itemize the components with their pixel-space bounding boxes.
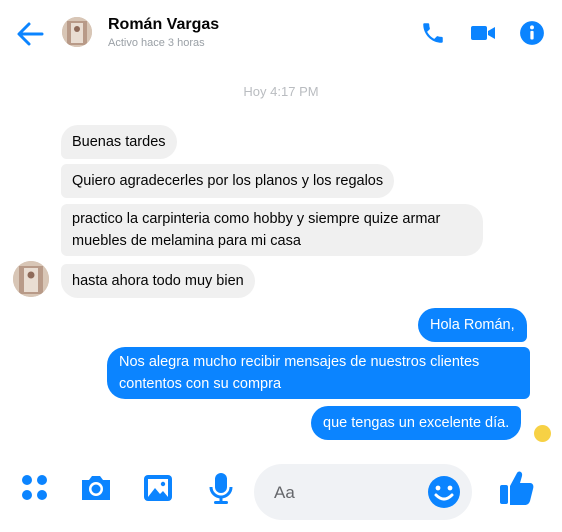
message-input-container[interactable] [254,464,472,520]
image-icon[interactable] [140,470,176,506]
seen-indicator [534,425,551,442]
emoji-icon[interactable] [426,474,462,510]
message-timestamp: Hoy 4:17 PM [243,84,319,99]
outgoing-message[interactable]: Hola Román, [418,308,527,342]
outgoing-message[interactable]: que tengas un excelente día. [311,406,522,440]
contact-status: Activo hace 3 horas [108,37,205,49]
contact-avatar[interactable] [62,17,92,47]
conversation-header: Román Vargas Activo hace 3 horas [0,0,562,68]
info-icon[interactable] [519,20,545,46]
arrow-left-icon[interactable] [16,21,44,47]
camera-icon[interactable] [78,470,114,506]
outgoing-message[interactable]: Nos alegra mucho recibir mensajes de nue… [107,347,530,399]
like-icon[interactable] [497,468,537,508]
incoming-message[interactable]: Quiero agradecerles por los planos y los… [61,164,395,198]
contact-name[interactable]: Román Vargas [108,16,219,34]
message-input[interactable] [272,480,426,506]
incoming-message[interactable]: practico la carpinteria como hobby y sie… [61,204,483,256]
incoming-message[interactable]: Buenas tardes [61,125,177,159]
phone-icon[interactable] [420,20,446,46]
video-camera-icon[interactable] [469,20,497,46]
sender-avatar[interactable] [13,261,49,297]
apps-icon[interactable] [17,470,53,506]
microphone-icon[interactable] [203,470,239,506]
incoming-message[interactable]: hasta ahora todo muy bien [61,264,255,298]
